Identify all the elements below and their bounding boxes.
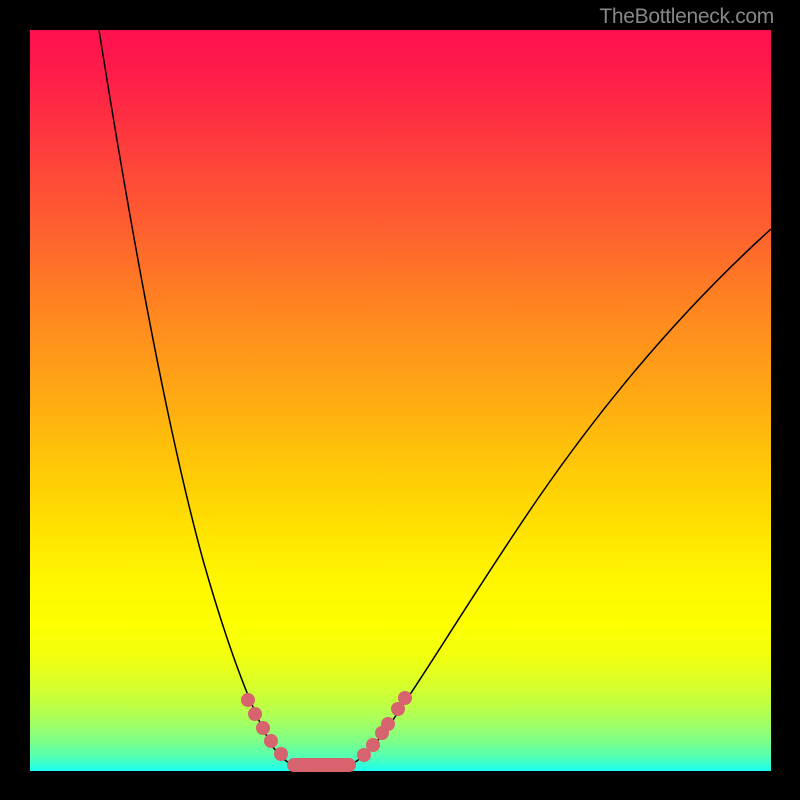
left-marker-3 [256, 721, 270, 735]
watermark-text: TheBottleneck.com [599, 5, 774, 29]
bottleneck-left-curve [99, 30, 296, 766]
left-marker-1 [241, 693, 255, 707]
flat-minimum-bar [287, 758, 356, 772]
right-marker-2 [366, 738, 380, 752]
right-marker-6 [398, 691, 412, 705]
right-marker-4 [381, 717, 395, 731]
left-marker-2 [248, 707, 262, 721]
left-marker-5 [274, 747, 288, 761]
bottleneck-right-curve [347, 229, 771, 766]
left-marker-4 [264, 734, 278, 748]
